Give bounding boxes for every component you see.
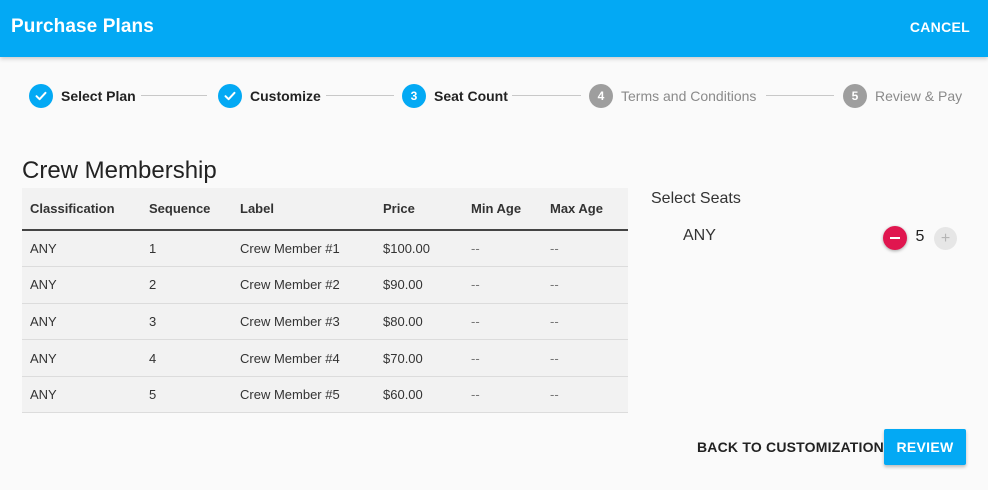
cell-label: Crew Member #5 <box>232 376 375 414</box>
cell-label: Crew Member #2 <box>232 266 375 304</box>
cell-max-age: -- <box>542 376 628 414</box>
seat-classification-label: ANY <box>683 227 716 244</box>
step-review-and-pay[interactable]: 5 Review & Pay <box>843 83 962 109</box>
column-header: Label <box>232 188 375 231</box>
page-title: Purchase Plans <box>11 16 154 37</box>
cell-sequence: 2 <box>141 266 232 304</box>
seat-count-value: 5 <box>915 228 925 245</box>
check-icon <box>218 84 242 108</box>
step-label: Select Plan <box>61 88 136 104</box>
cell-classification: ANY <box>22 266 141 304</box>
table-row: ANY 1 Crew Member #1 $100.00 -- -- <box>22 230 628 268</box>
step-label: Review & Pay <box>875 88 963 104</box>
cell-label: Crew Member #1 <box>232 230 375 268</box>
check-icon <box>29 84 53 108</box>
step-label: Customize <box>250 88 321 104</box>
cell-classification: ANY <box>22 376 141 414</box>
column-header: Min Age <box>463 188 542 231</box>
table-header-row: Classification Sequence Label Price Min … <box>22 188 628 231</box>
minus-icon <box>890 237 900 239</box>
step-terms-and-conditions[interactable]: 4 Terms and Conditions <box>589 83 756 109</box>
cell-sequence: 5 <box>141 376 232 414</box>
cell-price: $90.00 <box>375 266 463 304</box>
cell-price: $80.00 <box>375 303 463 341</box>
membership-table: Classification Sequence Label Price Min … <box>22 188 628 414</box>
step-connector <box>326 95 394 96</box>
step-select-plan[interactable]: Select Plan <box>29 83 136 109</box>
cell-max-age: -- <box>542 303 628 341</box>
column-header: Price <box>375 188 463 231</box>
step-seat-count[interactable]: 3 Seat Count <box>402 83 508 109</box>
cell-label: Crew Member #4 <box>232 339 375 377</box>
step-connector <box>141 95 207 96</box>
column-header: Sequence <box>141 188 232 231</box>
table-row: ANY 3 Crew Member #3 $80.00 -- -- <box>22 303 628 341</box>
increment-seats-button[interactable]: + <box>934 227 957 250</box>
table-row: ANY 2 Crew Member #2 $90.00 -- -- <box>22 266 628 304</box>
cell-classification: ANY <box>22 230 141 268</box>
cell-min-age: -- <box>463 230 542 268</box>
step-connector <box>766 95 834 96</box>
decrement-seats-button[interactable] <box>883 226 907 250</box>
cell-label: Crew Member #3 <box>232 303 375 341</box>
step-label: Seat Count <box>434 88 508 104</box>
cell-sequence: 3 <box>141 303 232 341</box>
step-customize[interactable]: Customize <box>218 83 321 109</box>
step-number: 3 <box>402 84 426 108</box>
cell-price: $60.00 <box>375 376 463 414</box>
cell-classification: ANY <box>22 303 141 341</box>
table-row: ANY 5 Crew Member #5 $60.00 -- -- <box>22 376 628 414</box>
step-connector <box>512 95 581 96</box>
cell-classification: ANY <box>22 339 141 377</box>
cancel-button[interactable]: CANCEL <box>910 19 970 35</box>
membership-title: Crew Membership <box>22 157 217 184</box>
cell-max-age: -- <box>542 339 628 377</box>
cell-min-age: -- <box>463 376 542 414</box>
stepper: Select Plan Customize 3 Seat Count 4 Ter… <box>0 83 988 109</box>
cell-sequence: 4 <box>141 339 232 377</box>
review-button[interactable]: REVIEW <box>884 429 966 465</box>
step-number: 5 <box>843 84 867 108</box>
cell-max-age: -- <box>542 266 628 304</box>
step-number: 4 <box>589 84 613 108</box>
cell-price: $70.00 <box>375 339 463 377</box>
cell-min-age: -- <box>463 266 542 304</box>
plus-icon: + <box>940 229 951 247</box>
column-header: Classification <box>22 188 141 231</box>
purchase-plans-dialog: Purchase Plans CANCEL Select Plan Custom… <box>0 0 988 490</box>
app-header: Purchase Plans CANCEL <box>0 0 988 57</box>
cell-sequence: 1 <box>141 230 232 268</box>
back-to-customization-button[interactable]: BACK TO CUSTOMIZATION <box>688 429 893 465</box>
cell-price: $100.00 <box>375 230 463 268</box>
cell-min-age: -- <box>463 303 542 341</box>
cell-max-age: -- <box>542 230 628 268</box>
table-row: ANY 4 Crew Member #4 $70.00 -- -- <box>22 339 628 377</box>
cell-min-age: -- <box>463 339 542 377</box>
column-header: Max Age <box>542 188 628 231</box>
step-label: Terms and Conditions <box>621 88 757 104</box>
select-seats-title: Select Seats <box>651 190 741 207</box>
